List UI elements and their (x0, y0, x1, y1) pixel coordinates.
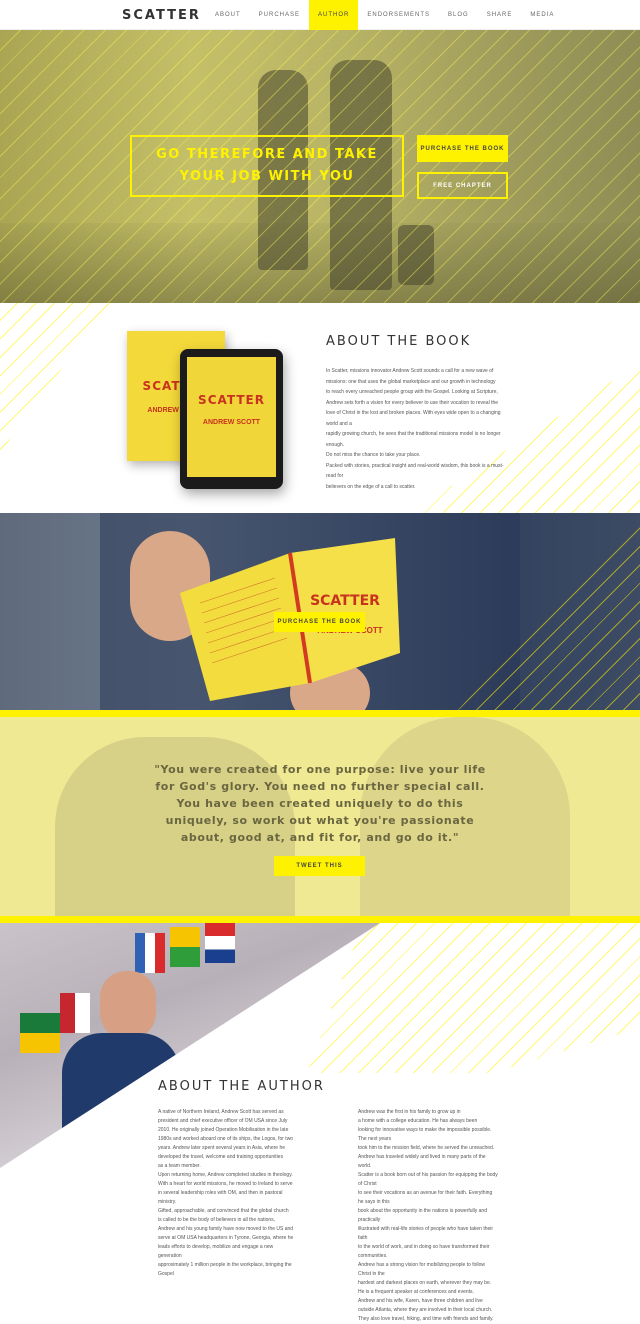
about-author-heading: ABOUT THE AUTHOR (158, 1079, 325, 1094)
author-bio-line: to see their vocations as an avenue for … (358, 1190, 493, 1205)
about-book-line: Packed with stories, practical insight a… (326, 462, 504, 480)
site-logo[interactable]: SCATTER (122, 8, 201, 23)
about-book-line: Andrew sets forth a vision for every bel… (326, 399, 499, 406)
author-bio-line: a home with a college education. He has … (358, 1118, 478, 1124)
author-bio-line: He is a frequent speaker at conferences … (358, 1289, 474, 1295)
author-bio-line: developed the travel, welcome and traini… (158, 1154, 284, 1160)
quote-bottom-bar (0, 916, 640, 923)
author-bio-line: as a team member. (158, 1163, 201, 1169)
hero-purchase-button[interactable]: PURCHASE THE BOOK (417, 135, 508, 162)
author-bio-line: hardest and darkest places on earth, whe… (358, 1280, 492, 1286)
tweet-this-button[interactable]: TWEET THIS (274, 856, 365, 876)
flag-image (20, 1013, 60, 1053)
hero-title-box: GO THEREFORE AND TAKE YOUR JOB WITH YOU (130, 135, 404, 197)
hero-title: GO THEREFORE AND TAKE YOUR JOB WITH YOU (156, 147, 378, 184)
flag-image (135, 933, 165, 973)
author-bio-line: serve at OM USA headquarters in Tyrone, … (158, 1235, 294, 1241)
author-bio-line: illustrated with real-life stories of pe… (358, 1226, 494, 1241)
hero-section: GO THEREFORE AND TAKE YOUR JOB WITH YOU … (0, 30, 640, 303)
nav-menu: ABOUT PURCHASE AUTHOR ENDORSEMENTS BLOG … (206, 0, 563, 30)
about-book-line: love of Christ in the lost and broken pl… (326, 410, 501, 427)
author-bio-line: A native of Northern Ireland, Andrew Sco… (158, 1109, 284, 1115)
author-bio-line: approximately 1 million people in the wo… (158, 1262, 292, 1277)
flag-image (60, 993, 90, 1033)
author-bio-line: 1980s and worked aboard one of its ships… (158, 1136, 294, 1142)
author-bio-column-1: A native of Northern Ireland, Andrew Sco… (158, 1108, 298, 1279)
author-bio-line: outside Atlanta, where they are involved… (358, 1307, 493, 1313)
nav-item-about[interactable]: ABOUT (206, 0, 250, 30)
nav-item-share[interactable]: SHARE (478, 0, 522, 30)
author-portrait (100, 971, 156, 1039)
author-bio-line: Andrew has a strong vision for mobilizin… (358, 1262, 486, 1277)
about-book-line: to reach every unreached people group wi… (326, 389, 498, 395)
nav-item-media[interactable]: MEDIA (521, 0, 563, 30)
hero-free-chapter-button[interactable]: FREE CHAPTER (417, 172, 508, 199)
flag-image (205, 923, 235, 963)
author-bio-line: looking for innovative ways to make the … (358, 1127, 492, 1142)
about-book-line: believers on the edge of a call to scatt… (326, 483, 416, 490)
reading-purchase-button[interactable]: PURCHASE THE BOOK (274, 612, 365, 632)
nav-item-endorsements[interactable]: ENDORSEMENTS (358, 0, 439, 30)
nav-item-author[interactable]: AUTHOR (309, 0, 359, 30)
about-book-line: In Scatter, missions innovator Andrew Sc… (326, 368, 494, 374)
quote-text: "You were created for one purpose: live … (154, 763, 486, 844)
author-bio-line: Andrew and his wife, Karen, have three c… (358, 1298, 483, 1304)
open-book-title: SCATTER (310, 593, 380, 609)
nav-item-purchase[interactable]: PURCHASE (250, 0, 309, 30)
flag-image (170, 927, 200, 967)
author-bio-line: Gifted, approachable, and convinced that… (158, 1208, 289, 1214)
author-bio-line: book about the opportunity in the nation… (358, 1208, 487, 1223)
author-bio-line: With a heart for world missions, he move… (158, 1181, 293, 1187)
about-book-line: missions: one that uses the global marke… (326, 378, 496, 385)
author-bio-line: Scatter is a book born out of his passio… (358, 1172, 498, 1187)
quote-section: "You were created for one purpose: live … (0, 717, 640, 916)
tablet-image: SCATTER ANDREW SCOTT (180, 349, 283, 489)
author-bio-line: president and chief executive officer of… (158, 1118, 288, 1124)
author-bio-line: Andrew has traveled widely and lived in … (358, 1154, 486, 1169)
author-bio-column-2: Andrew was the first in his family to gr… (358, 1108, 498, 1324)
about-author-section (0, 923, 640, 1280)
author-bio-line: Upon returning home, Andrew completed st… (158, 1172, 293, 1178)
stripe-decoration-left (0, 303, 110, 453)
author-bio-line: 2010. He originally joined Operation Mob… (158, 1127, 289, 1133)
about-book-section: SCATTER ANDREW SCOTT SCATTER ANDREW SCOT… (0, 303, 640, 513)
tablet-screen: SCATTER ANDREW SCOTT (187, 357, 276, 477)
about-book-line: rapidly growing church, he sees that the… (326, 431, 501, 448)
about-book-text: In Scatter, missions innovator Andrew Sc… (326, 366, 506, 492)
about-book-line: Do not miss the chance to take your plac… (326, 452, 421, 458)
author-bio-line: They also love travel, hiking, and time … (358, 1316, 494, 1322)
author-bio-line: Andrew was the first in his family to gr… (358, 1109, 461, 1115)
author-bio-line: to the world of work, and in doing so ha… (358, 1244, 490, 1259)
author-bio-line: Andrew and his young family have now mov… (158, 1226, 294, 1232)
about-book-heading: ABOUT THE BOOK (326, 334, 472, 349)
author-bio-line: leads efforts to develop, mobilize and e… (158, 1244, 274, 1259)
tablet-cover-author: ANDREW SCOTT (202, 419, 261, 426)
nav-item-blog[interactable]: BLOG (439, 0, 478, 30)
quote-top-bar (0, 710, 640, 717)
author-bio-line: is called to be the body of believers in… (158, 1217, 276, 1223)
reading-photo-section: SCATTER ANDREW SCOTT PURCHASE THE BOOK (0, 513, 640, 710)
tablet-cover-title: SCATTER (198, 393, 265, 407)
top-navigation: SCATTER ABOUT PURCHASE AUTHOR ENDORSEMEN… (0, 0, 640, 30)
author-bio-line: in several leadership roles with OM, and… (158, 1190, 283, 1205)
author-bio-line: took him to the mission field, where he … (358, 1145, 495, 1151)
author-bio-line: years. Andrew later spent several years … (158, 1145, 286, 1151)
